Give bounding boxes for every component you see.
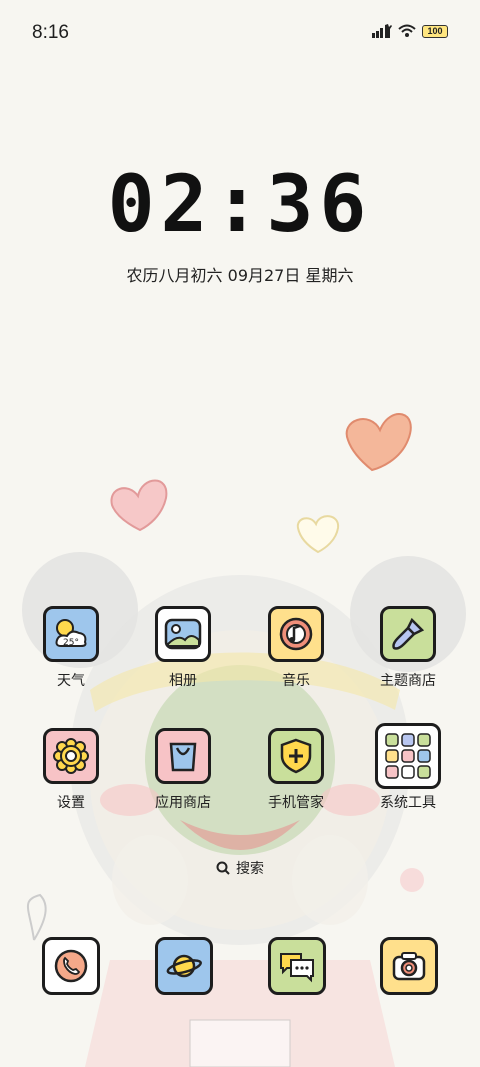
theme-brush-icon bbox=[380, 606, 436, 662]
app-theme-store[interactable]: 主题商店 bbox=[353, 606, 463, 690]
app-label-system-tools: 系统工具 bbox=[380, 795, 436, 811]
app-label-theme-store: 主题商店 bbox=[380, 673, 436, 689]
app-phone-manager[interactable]: 手机管家 bbox=[241, 728, 351, 812]
app-gallery[interactable]: 相册 bbox=[128, 606, 238, 690]
app-label-weather: 天气 bbox=[57, 673, 85, 689]
app-system-tools[interactable]: 系统工具 bbox=[353, 723, 463, 812]
gallery-icon bbox=[155, 606, 211, 662]
music-icon bbox=[268, 606, 324, 662]
app-weather[interactable]: 25° 天气 bbox=[16, 606, 126, 690]
battery-icon: 100 bbox=[422, 24, 448, 38]
weather-icon: 25° bbox=[43, 606, 99, 662]
system-tools-folder-icon bbox=[375, 723, 441, 789]
app-label-settings: 设置 bbox=[57, 795, 85, 811]
app-label-phone-manager: 手机管家 bbox=[268, 795, 324, 811]
settings-gear-icon bbox=[43, 728, 99, 784]
status-bar: 8:16 100 bbox=[0, 0, 480, 66]
status-time: 8:16 bbox=[32, 22, 69, 43]
dock-camera[interactable] bbox=[380, 937, 438, 995]
camera-icon bbox=[392, 952, 426, 981]
messages-icon bbox=[280, 953, 314, 983]
app-music[interactable]: 音乐 bbox=[241, 606, 351, 690]
weather-temp: 25° bbox=[63, 638, 79, 648]
search-icon bbox=[216, 861, 230, 875]
browser-planet-icon bbox=[166, 954, 202, 978]
app-label-music: 音乐 bbox=[282, 673, 310, 689]
search-button[interactable]: 搜索 bbox=[190, 856, 290, 880]
battery-level: 100 bbox=[427, 26, 443, 36]
wifi-icon bbox=[398, 24, 416, 37]
signal-icon bbox=[372, 24, 392, 38]
dock-browser[interactable] bbox=[155, 937, 213, 995]
app-label-gallery: 相册 bbox=[169, 673, 197, 689]
phone-manager-shield-icon bbox=[268, 728, 324, 784]
app-label-app-store: 应用商店 bbox=[155, 795, 211, 811]
clock-date[interactable]: 农历八月初六 09月27日 星期六 bbox=[0, 262, 480, 286]
status-icons: 100 bbox=[372, 24, 448, 38]
phone-icon bbox=[54, 949, 88, 983]
app-settings[interactable]: 设置 bbox=[16, 728, 126, 812]
app-store-bag-icon bbox=[155, 728, 211, 784]
app-store[interactable]: 应用商店 bbox=[128, 728, 238, 812]
dock-messages[interactable] bbox=[268, 937, 326, 995]
clock-time[interactable]: 02:36 bbox=[0, 160, 480, 250]
search-label: 搜索 bbox=[236, 861, 264, 877]
dock-phone[interactable] bbox=[42, 937, 100, 995]
